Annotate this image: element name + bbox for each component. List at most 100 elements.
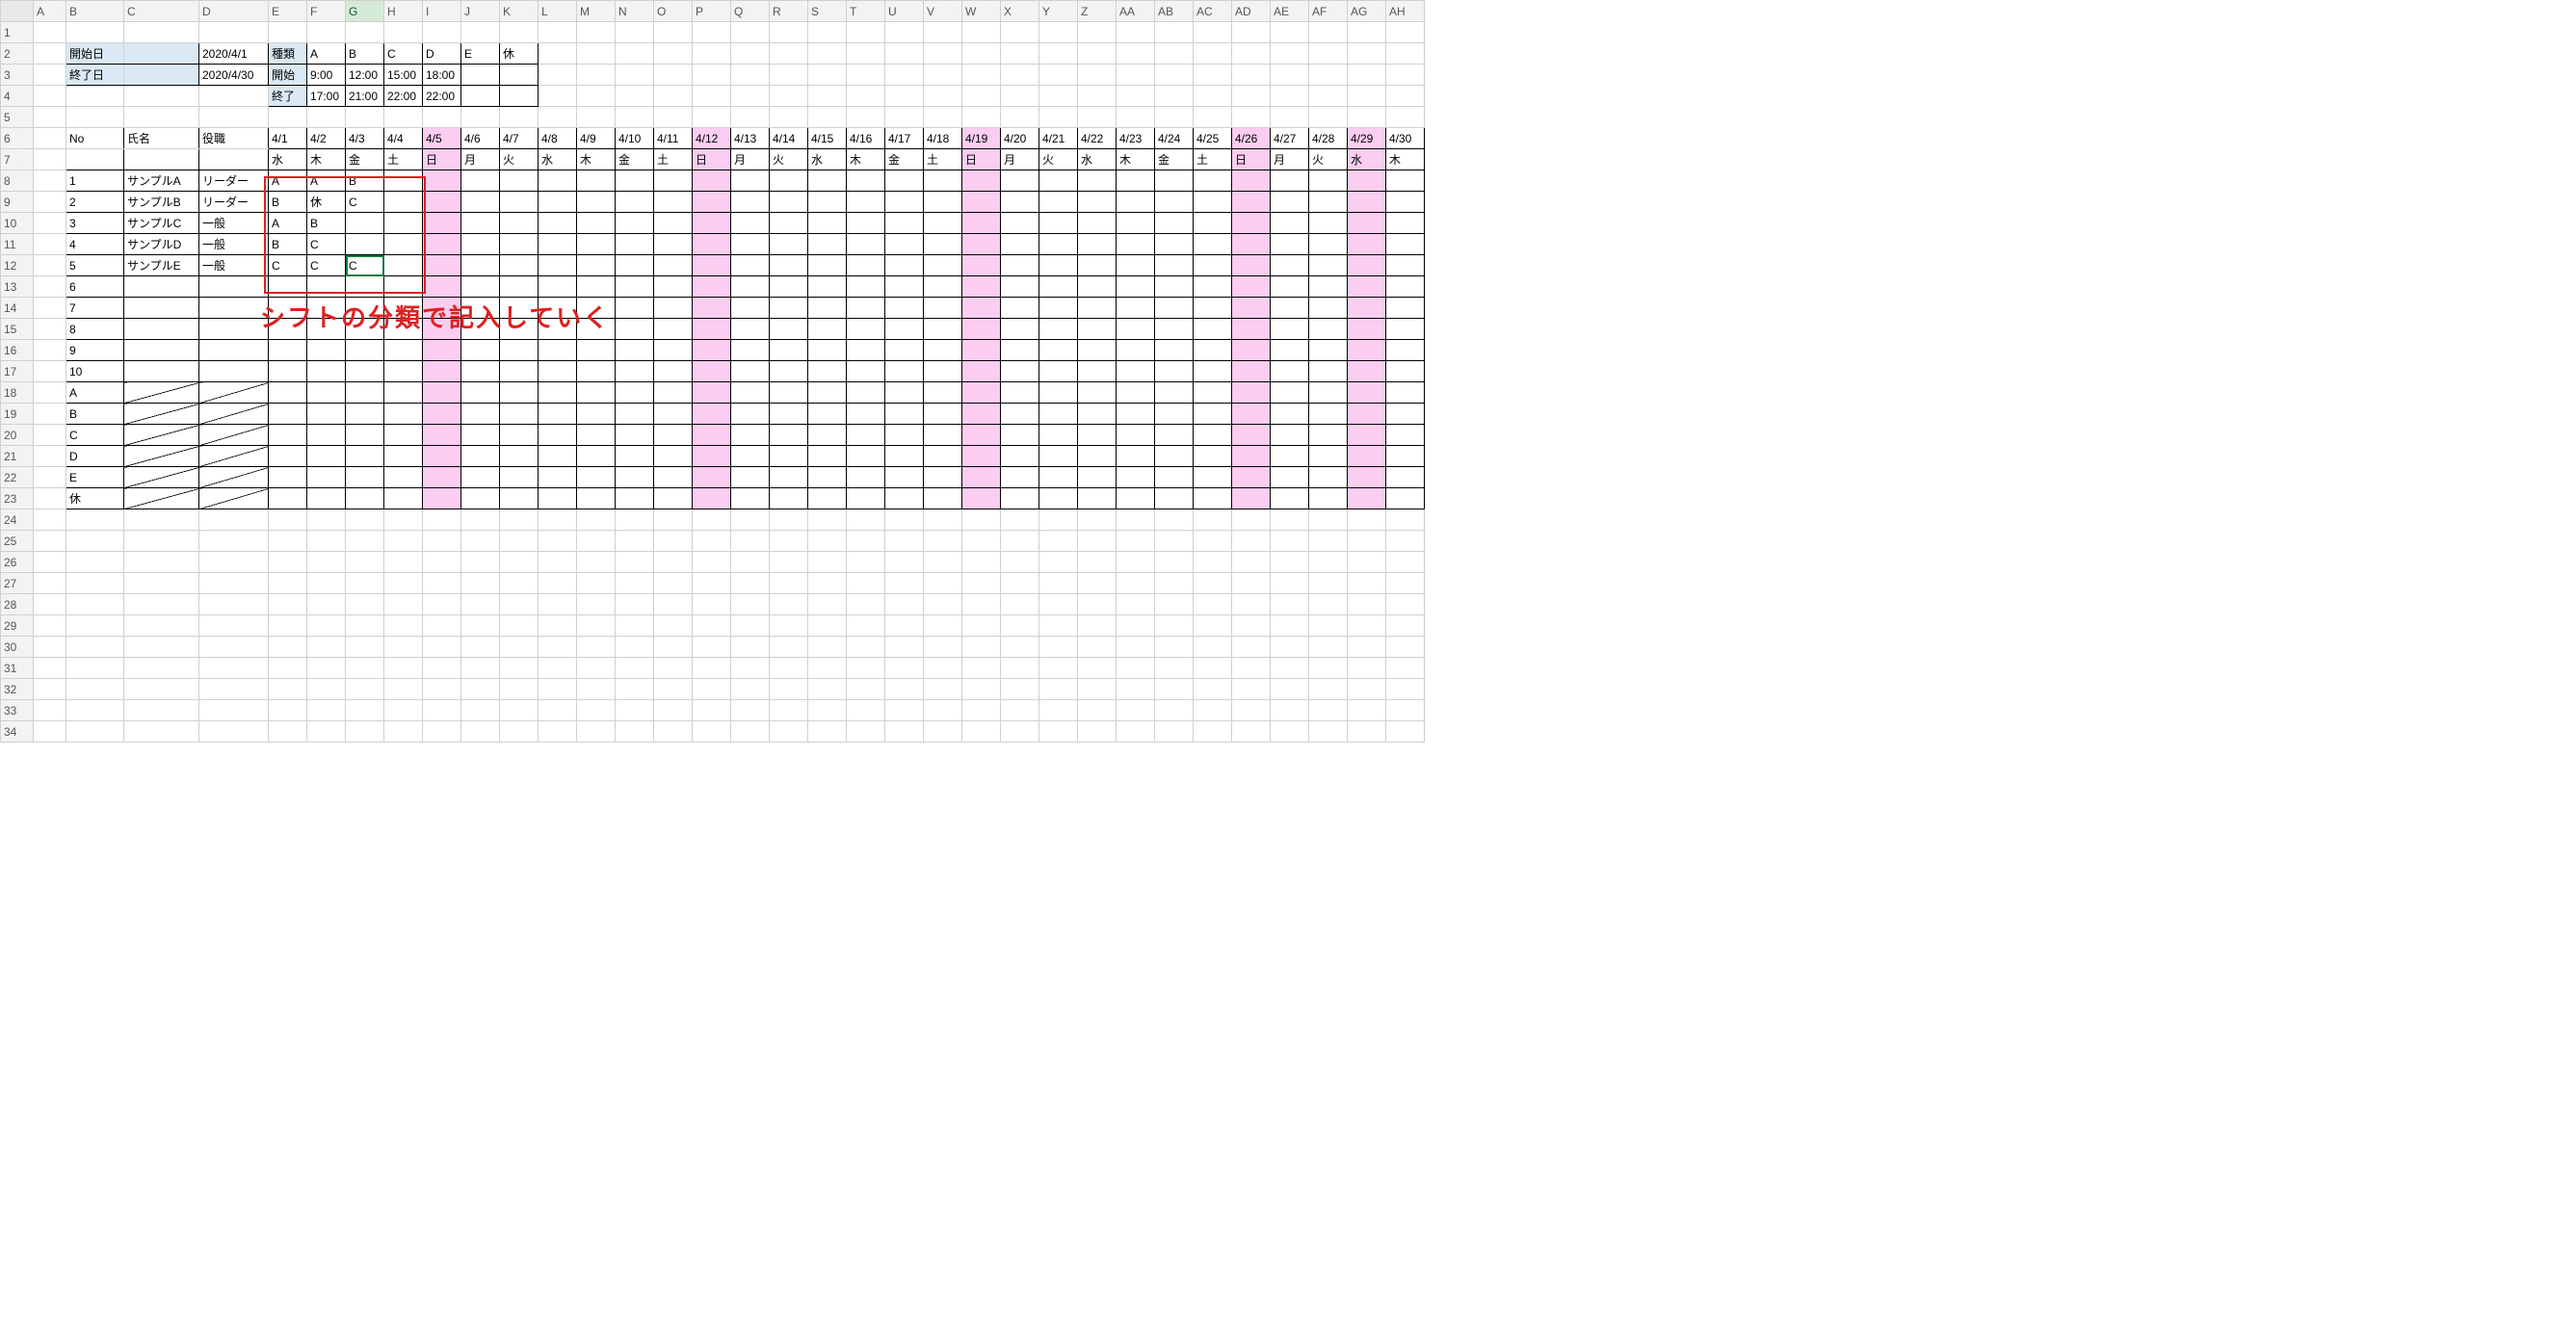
shift-cell[interactable]: [539, 319, 577, 340]
row-header-26[interactable]: 26: [1, 552, 34, 573]
cell[interactable]: [770, 700, 808, 721]
summary-cell[interactable]: [1039, 425, 1078, 446]
cell[interactable]: [1348, 573, 1386, 594]
col-header-C[interactable]: C: [124, 1, 199, 22]
summary-cell[interactable]: [1194, 446, 1232, 467]
cell[interactable]: [500, 509, 539, 531]
shift-cell[interactable]: [962, 170, 1001, 192]
shift-cell[interactable]: [1194, 213, 1232, 234]
summary-cell[interactable]: [1039, 488, 1078, 509]
cell[interactable]: [384, 721, 423, 743]
cell[interactable]: [34, 192, 66, 213]
shift-cell[interactable]: [1309, 234, 1348, 255]
cell[interactable]: [770, 573, 808, 594]
cell[interactable]: [1232, 637, 1271, 658]
cell[interactable]: [808, 43, 847, 65]
shift-cell[interactable]: [924, 255, 962, 276]
type-end-0[interactable]: 17:00: [307, 86, 346, 107]
shift-cell[interactable]: [1348, 361, 1386, 382]
cell[interactable]: [654, 721, 693, 743]
cell[interactable]: [654, 552, 693, 573]
col-header-AC[interactable]: AC: [1194, 1, 1232, 22]
shift-cell[interactable]: C: [346, 255, 384, 276]
cell[interactable]: [34, 446, 66, 467]
shift-cell[interactable]: [461, 213, 500, 234]
cell[interactable]: [1348, 637, 1386, 658]
cell[interactable]: [1386, 637, 1425, 658]
cell[interactable]: [1078, 43, 1117, 65]
shift-cell[interactable]: [962, 340, 1001, 361]
cell[interactable]: [1039, 700, 1078, 721]
cell[interactable]: [124, 658, 199, 679]
shift-cell[interactable]: [269, 319, 307, 340]
cell[interactable]: [1271, 573, 1309, 594]
shift-cell[interactable]: [461, 192, 500, 213]
cell[interactable]: [693, 679, 731, 700]
cell[interactable]: [1039, 658, 1078, 679]
cell[interactable]: [269, 531, 307, 552]
cell[interactable]: [1001, 700, 1039, 721]
cell[interactable]: [808, 22, 847, 43]
cell[interactable]: [654, 594, 693, 615]
cell[interactable]: [346, 509, 384, 531]
cell[interactable]: [1155, 86, 1194, 107]
cell[interactable]: [1309, 700, 1348, 721]
row-header-8[interactable]: 8: [1, 170, 34, 192]
summary-cell[interactable]: [808, 488, 847, 509]
cell[interactable]: [124, 86, 199, 107]
summary-cell[interactable]: [269, 446, 307, 467]
summary-cell[interactable]: [539, 404, 577, 425]
cell[interactable]: [1386, 22, 1425, 43]
cell[interactable]: [500, 107, 539, 128]
row-header-32[interactable]: 32: [1, 679, 34, 700]
cell[interactable]: [1078, 509, 1117, 531]
shift-cell[interactable]: [1001, 276, 1039, 298]
cell[interactable]: [461, 615, 500, 637]
cell[interactable]: [1271, 22, 1309, 43]
cell[interactable]: [1117, 679, 1155, 700]
cell[interactable]: [1271, 86, 1309, 107]
shift-cell[interactable]: A: [269, 213, 307, 234]
cell[interactable]: [693, 573, 731, 594]
summary-cell[interactable]: [808, 446, 847, 467]
cell[interactable]: [346, 107, 384, 128]
shift-cell[interactable]: [1232, 255, 1271, 276]
cell[interactable]: [924, 531, 962, 552]
cell[interactable]: [1155, 679, 1194, 700]
cell[interactable]: [731, 509, 770, 531]
shift-cell[interactable]: [346, 319, 384, 340]
row-header-22[interactable]: 22: [1, 467, 34, 488]
cell[interactable]: [847, 43, 885, 65]
shift-cell[interactable]: [847, 170, 885, 192]
cell[interactable]: [924, 43, 962, 65]
summary-cell[interactable]: [616, 488, 654, 509]
cell[interactable]: [577, 637, 616, 658]
summary-cell[interactable]: [577, 382, 616, 404]
shift-cell[interactable]: [423, 170, 461, 192]
shift-cell[interactable]: [1039, 170, 1078, 192]
summary-cell[interactable]: [616, 425, 654, 446]
cell[interactable]: [1232, 86, 1271, 107]
cell[interactable]: [693, 700, 731, 721]
cell[interactable]: [500, 700, 539, 721]
type-end-5[interactable]: [500, 86, 539, 107]
cell[interactable]: [1386, 86, 1425, 107]
cell[interactable]: [693, 107, 731, 128]
cell[interactable]: [808, 552, 847, 573]
row-header-20[interactable]: 20: [1, 425, 34, 446]
shift-cell[interactable]: [1194, 192, 1232, 213]
shift-cell[interactable]: [693, 170, 731, 192]
summary-cell[interactable]: [461, 488, 500, 509]
cell[interactable]: [384, 615, 423, 637]
cell[interactable]: [1155, 594, 1194, 615]
staff-no[interactable]: 1: [66, 170, 124, 192]
cell[interactable]: [34, 721, 66, 743]
cell[interactable]: [1386, 615, 1425, 637]
cell[interactable]: [693, 509, 731, 531]
cell[interactable]: [1271, 552, 1309, 573]
shift-cell[interactable]: [808, 234, 847, 255]
cell[interactable]: [1386, 65, 1425, 86]
shift-cell[interactable]: [924, 361, 962, 382]
shift-cell[interactable]: [307, 276, 346, 298]
cell[interactable]: [307, 679, 346, 700]
